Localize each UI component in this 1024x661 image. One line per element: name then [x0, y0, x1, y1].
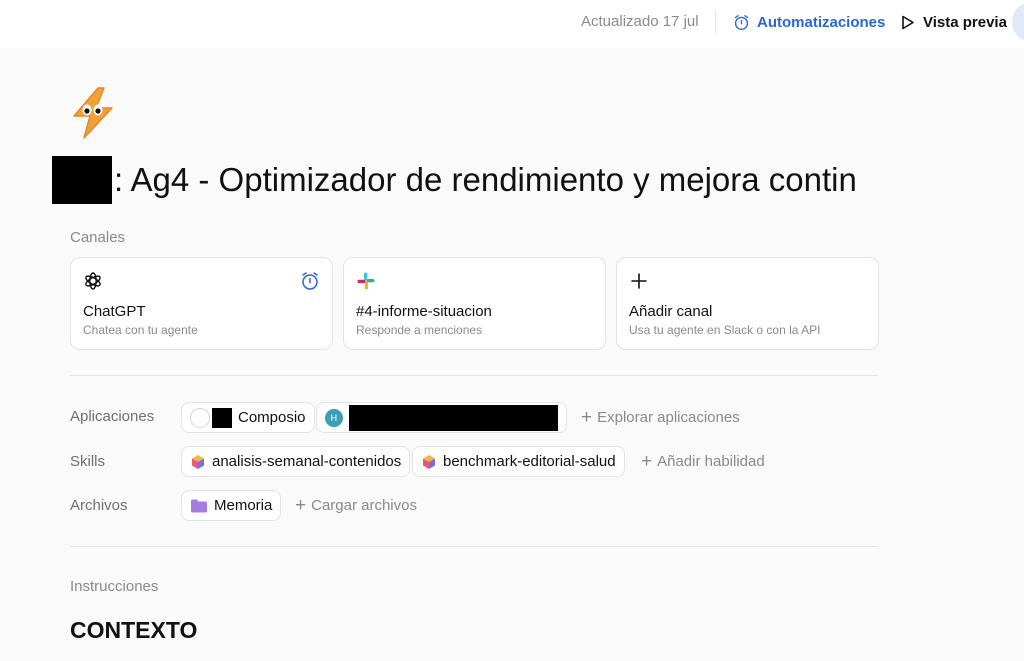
channels-label: Canales [70, 229, 126, 246]
preview-label: Vista previa [923, 13, 1007, 31]
skill-chip[interactable]: analisis-semanal-contenidos [181, 446, 411, 477]
plus-icon [631, 273, 647, 289]
avatar[interactable] [1012, 2, 1024, 42]
channel-card-slack[interactable]: #4-informe-situacion Responde a mencione… [343, 257, 606, 350]
agent-logo-icon [73, 87, 113, 139]
updated-timestamp: Actualizado 17 jul [581, 13, 699, 30]
plus-icon: + [641, 451, 653, 472]
channel-subtitle: Responde a menciones [356, 323, 483, 337]
upload-files-label: Cargar archivos [311, 497, 417, 514]
folder-icon [191, 499, 207, 512]
skill-chip[interactable]: benchmark-editorial-salud [412, 446, 625, 477]
file-name: Memoria [214, 497, 273, 514]
agent-title: : Ag4 - Optimizador de rendimiento y mej… [114, 161, 857, 198]
instructions-heading: CONTEXTO [70, 617, 198, 643]
channel-card-chatgpt[interactable]: ChatGPT Chatea con tu agente [70, 257, 333, 350]
explore-apps-button[interactable]: + Explorar aplicaciones [581, 402, 740, 433]
plus-icon: + [295, 495, 307, 516]
channel-title: #4-informe-situacion [356, 303, 492, 320]
clock-icon [734, 14, 749, 30]
add-skill-button[interactable]: + Añadir habilidad [641, 446, 765, 477]
automations-button[interactable]: Automatizaciones [733, 11, 885, 33]
divider [70, 546, 878, 547]
apps-label: Aplicaciones [70, 408, 155, 425]
openai-icon [85, 272, 101, 290]
file-chip-memoria[interactable]: Memoria [181, 490, 282, 521]
app-chip-composio[interactable]: Composio [181, 402, 315, 433]
redacted-block [212, 407, 232, 428]
page-title: : Ag4 - Optimizador de rendimiento y mej… [52, 156, 857, 204]
skill-cube-icon [192, 454, 204, 469]
redacted-block [52, 156, 112, 204]
plus-icon: + [581, 407, 593, 428]
channel-title: Añadir canal [629, 303, 713, 320]
skill-name: analisis-semanal-contenidos [212, 453, 402, 470]
explore-apps-label: Explorar aplicaciones [597, 409, 740, 426]
add-channel-card[interactable]: Añadir canal Usa tu agente en Slack o co… [616, 257, 879, 350]
divider [715, 11, 716, 33]
files-label: Archivos [70, 497, 128, 514]
channel-title: ChatGPT [83, 303, 146, 320]
top-bar: Actualizado 17 jul Automatizaciones Vist… [0, 0, 1024, 48]
alarm-clock-icon[interactable] [300, 271, 320, 291]
skills-label: Skills [70, 453, 106, 470]
divider [70, 375, 878, 376]
redacted-block [348, 404, 558, 431]
skill-cube-icon [423, 454, 435, 469]
slack-icon [357, 272, 375, 290]
app-avatar-icon: H [325, 408, 343, 427]
channel-subtitle: Chatea con tu agente [83, 323, 198, 337]
preview-button[interactable]: Vista previa [901, 11, 1007, 33]
instructions-label: Instrucciones [70, 578, 159, 595]
add-skill-label: Añadir habilidad [657, 453, 765, 470]
upload-files-button[interactable]: + Cargar archivos [295, 490, 417, 521]
channel-subtitle: Usa tu agente en Slack o con la API [629, 323, 821, 337]
skill-name: benchmark-editorial-salud [443, 453, 616, 470]
automations-label: Automatizaciones [757, 13, 886, 31]
play-icon [902, 15, 914, 29]
app-name: Composio [238, 409, 306, 426]
app-chip-redacted[interactable]: H [316, 402, 567, 433]
composio-icon [190, 407, 210, 428]
